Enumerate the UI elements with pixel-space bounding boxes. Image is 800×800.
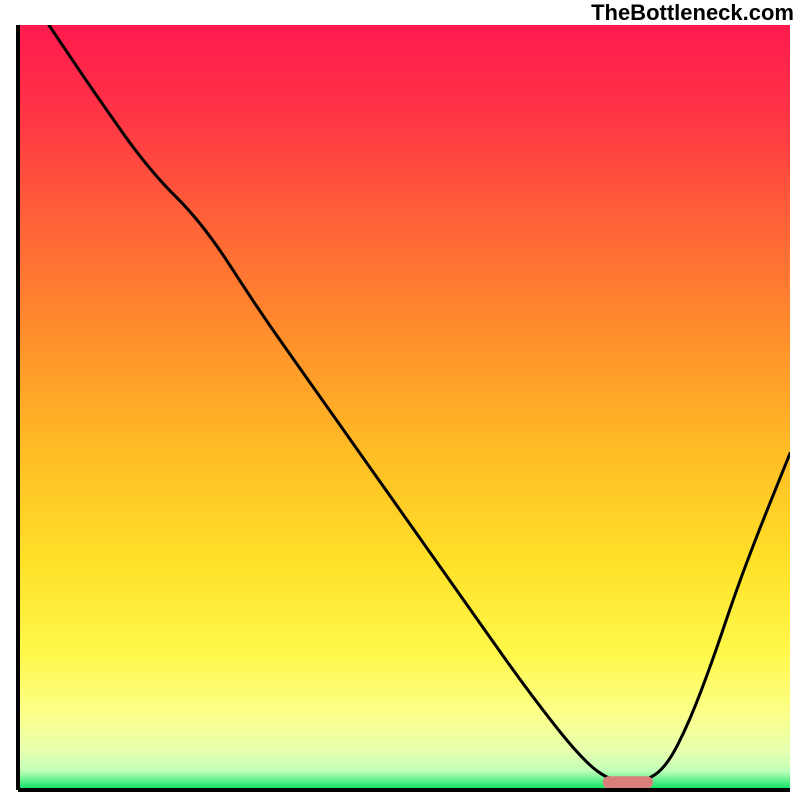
watermark-text: TheBottleneck.com bbox=[591, 0, 794, 26]
chart-root: { "watermark": "TheBottleneck.com", "cha… bbox=[0, 0, 800, 800]
marker-pill bbox=[603, 776, 653, 788]
plot-background bbox=[18, 25, 790, 790]
bottleneck-chart bbox=[0, 0, 800, 800]
